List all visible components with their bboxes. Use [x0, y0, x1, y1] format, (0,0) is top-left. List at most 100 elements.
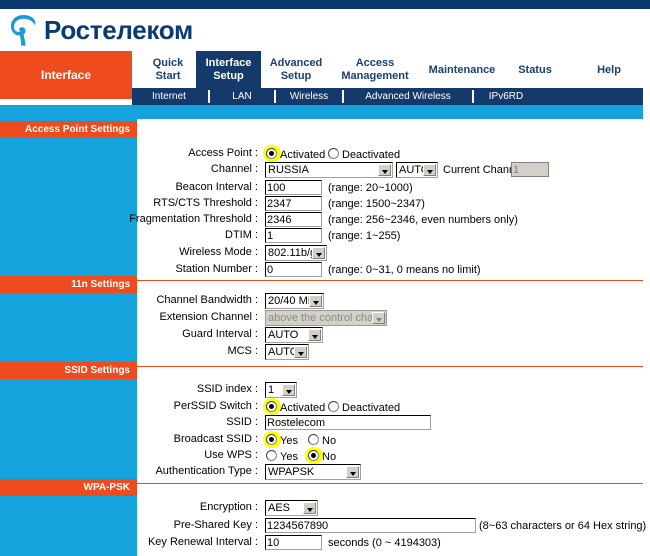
tab-status[interactable]: Status — [505, 51, 565, 88]
row-wireless-mode: Wireless Mode : 802.11b/g/n — [0, 245, 650, 261]
label-fragmentation-threshold: Fragmentation Threshold : — [129, 213, 258, 225]
radio-dot — [308, 434, 319, 445]
hint-beacon-interval: (range: 20~1000) — [328, 182, 413, 194]
row-access-point: Access Point : Activated Deactivated — [0, 145, 650, 162]
hint-dtim: (range: 1~255) — [328, 230, 401, 242]
radio-dot — [328, 148, 339, 159]
rostelecom-ear-icon — [9, 13, 39, 47]
section-title-11n: 11n Settings — [71, 279, 130, 290]
radio-label-activated: Activated — [280, 149, 326, 161]
section-header-11n: 11n Settings — [0, 276, 137, 293]
label-encryption: Encryption : — [199, 501, 258, 513]
label-broadcast-ssid: Broadcast SSID : — [173, 433, 258, 445]
select-ssid-index-value: 1 — [268, 384, 275, 396]
label-ssid: SSID : — [226, 416, 258, 428]
tab-maintenance[interactable]: Maintenance — [419, 51, 505, 88]
select-channel-mode[interactable]: AUTO — [396, 162, 438, 178]
label-access-point: Access Point : — [188, 147, 258, 159]
field-rts-cts-threshold[interactable] — [265, 196, 322, 211]
section-header-access-point: Access Point Settings — [0, 121, 137, 138]
label-mcs: MCS : — [227, 345, 258, 357]
select-extension-channel: above the control channel — [265, 310, 387, 326]
section-title-wpa-psk: WPA-PSK — [83, 482, 130, 493]
field-ssid[interactable] — [265, 415, 431, 430]
tab-interface-setup-line1: Interface — [205, 57, 252, 69]
chevron-down-icon — [282, 384, 295, 396]
subnav-separator — [342, 90, 344, 103]
select-channel-country[interactable]: RUSSIA — [265, 162, 393, 178]
field-dtim[interactable] — [265, 228, 322, 243]
label-rts-cts-threshold: RTS/CTS Threshold : — [153, 197, 258, 209]
select-mcs[interactable]: AUTO — [265, 344, 309, 360]
subtab-ipv6rd[interactable]: IPv6RD — [478, 88, 534, 105]
router-config-page: Ростелеком Interface Quick Start Interfa… — [0, 0, 650, 556]
tab-advanced-setup[interactable]: Advanced Setup — [261, 51, 331, 88]
section-brand-label: Interface — [40, 68, 92, 82]
brand-header: Ростелеком — [0, 9, 650, 51]
chevron-down-icon — [346, 466, 359, 478]
section-title-access-point: Access Point Settings — [24, 124, 130, 135]
tab-help[interactable]: Help — [575, 51, 643, 88]
tab-access-management-line1: Access — [355, 57, 395, 69]
section-rule-wpa-psk — [137, 483, 643, 484]
tab-access-management[interactable]: Access Management — [331, 51, 419, 88]
chevron-down-icon — [423, 164, 436, 176]
cyan-divider-band — [0, 105, 643, 119]
label-pre-shared-key: Pre-Shared Key : — [173, 519, 258, 531]
radio-label-no: No — [322, 435, 337, 447]
brand-name: Ростелеком — [44, 15, 193, 45]
select-wireless-mode[interactable]: 802.11b/g/n — [265, 245, 327, 261]
sub-navigation: Internet LAN Wireless Advanced Wireless … — [132, 88, 643, 105]
section-brand-block: Interface — [0, 51, 132, 99]
field-beacon-interval[interactable] — [265, 180, 322, 195]
hint-fragmentation-threshold: (range: 256~2346, even numbers only) — [328, 214, 518, 226]
section-header-ssid: SSID Settings — [0, 362, 137, 379]
select-guard-interval[interactable]: AUTO — [265, 327, 323, 343]
tab-access-management-line2: Management — [341, 70, 409, 82]
row-use-wps: Use WPS : Yes No — [0, 447, 650, 464]
subtab-internet[interactable]: Internet — [136, 88, 202, 105]
label-wireless-mode: Wireless Mode : — [179, 246, 258, 258]
top-accent-bar — [0, 0, 650, 9]
hint-key-renewal-interval: seconds (0 ~ 4194303) — [328, 537, 441, 549]
select-extension-channel-value: above the control channel — [268, 312, 387, 324]
label-channel-bandwidth: Channel Bandwidth : — [156, 294, 258, 306]
chevron-down-icon — [309, 295, 322, 307]
radio-dot — [266, 148, 277, 159]
subtab-lan[interactable]: LAN — [214, 88, 270, 105]
select-channel-bandwidth[interactable]: 20/40 MHz — [265, 293, 324, 309]
select-ssid-index[interactable]: 1 — [265, 382, 297, 398]
subtab-advanced-wireless[interactable]: Advanced Wireless — [348, 88, 468, 105]
row-extension-channel: Extension Channel : above the control ch… — [0, 310, 650, 326]
field-pre-shared-key[interactable] — [265, 518, 476, 533]
chevron-down-icon — [372, 312, 385, 324]
tab-quick-start[interactable]: Quick Start — [140, 51, 196, 88]
select-encryption[interactable]: AES — [265, 500, 318, 516]
section-rule-ssid — [137, 366, 643, 367]
hint-rts-cts-threshold: (range: 1500~2347) — [328, 198, 425, 210]
field-station-number[interactable] — [265, 262, 322, 277]
tab-advanced-setup-line1: Advanced — [269, 57, 323, 69]
radio-label-deactivated: Deactivated — [342, 402, 401, 414]
select-authentication-type-value: WPAPSK — [268, 466, 315, 478]
row-ssid-index: SSID index : 1 — [0, 382, 650, 398]
tab-interface-setup[interactable]: Interface Setup — [196, 51, 261, 88]
chevron-down-icon — [378, 164, 391, 176]
select-authentication-type[interactable]: WPAPSK — [265, 464, 361, 480]
radio-dot — [266, 401, 277, 412]
section-rule-11n — [137, 280, 643, 281]
row-dtim: DTIM : (range: 1~255) — [0, 228, 650, 244]
row-mcs: MCS : AUTO — [0, 344, 650, 360]
radio-label-deactivated: Deactivated — [342, 149, 401, 161]
subnav-separator — [274, 90, 276, 103]
label-key-renewal-interval: Key Renewal Interval : — [147, 536, 258, 548]
chevron-down-icon — [303, 502, 316, 514]
field-key-renewal-interval[interactable] — [265, 535, 322, 550]
label-perssid-switch: PerSSID Switch : — [173, 400, 258, 412]
field-fragmentation-threshold[interactable] — [265, 212, 322, 227]
label-ssid-index: SSID index : — [196, 383, 258, 395]
radio-dot — [266, 450, 277, 461]
subtab-wireless[interactable]: Wireless — [280, 88, 338, 105]
row-perssid-switch: PerSSID Switch : Activated Deactivated — [0, 398, 650, 415]
row-encryption: Encryption : AES — [0, 500, 650, 516]
